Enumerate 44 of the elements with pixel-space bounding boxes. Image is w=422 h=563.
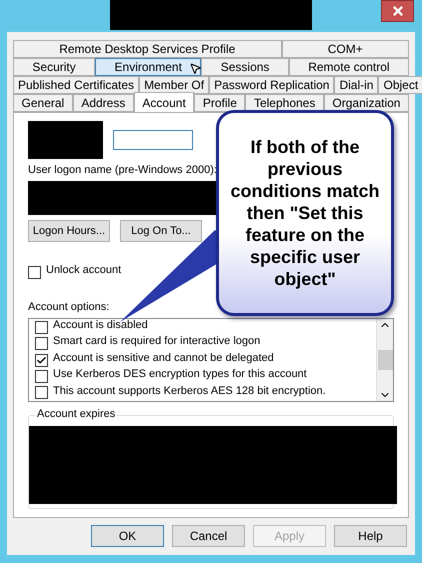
scrollbar-thumb[interactable] bbox=[378, 350, 392, 370]
tab[interactable]: Published Certificates bbox=[13, 76, 140, 94]
field-label: User logon name (pre-Windows 2000): bbox=[28, 164, 217, 176]
checkbox[interactable] bbox=[28, 266, 41, 279]
logon-button[interactable]: Log On To... bbox=[120, 220, 202, 242]
checkbox[interactable] bbox=[35, 337, 48, 350]
section-label: Account options: bbox=[28, 301, 110, 313]
input-field[interactable] bbox=[113, 130, 193, 150]
checkbox[interactable] bbox=[35, 386, 48, 400]
tab[interactable]: Environment bbox=[95, 58, 202, 76]
dialog-button[interactable]: Cancel bbox=[172, 525, 245, 547]
tab[interactable]: Password Replication bbox=[209, 76, 334, 94]
checkbox-label: Unlock account bbox=[46, 264, 122, 276]
cursor-icon bbox=[189, 62, 202, 75]
tab[interactable]: Sessions bbox=[201, 58, 289, 76]
close-button[interactable] bbox=[381, 0, 414, 22]
option-label: Use Kerberos DES encryption types for this account bbox=[53, 368, 307, 380]
logon-button[interactable]: Logon Hours... bbox=[28, 220, 110, 242]
scrollbar[interactable] bbox=[376, 319, 393, 401]
checkbox[interactable] bbox=[35, 354, 48, 367]
group-label: Account expires bbox=[35, 408, 118, 420]
callout-text: If both of the previous conditions match then "Set this feature on the specific user object" bbox=[229, 136, 380, 290]
tab[interactable]: Organization bbox=[324, 94, 410, 112]
tab[interactable]: COM+ bbox=[282, 40, 409, 58]
checkbox[interactable] bbox=[35, 320, 48, 334]
tab[interactable]: Address bbox=[72, 94, 134, 112]
option-label: Account is disabled bbox=[53, 319, 148, 331]
close-icon bbox=[390, 4, 404, 18]
option-label: This account supports Kerberos AES 128 bit encryption. bbox=[53, 384, 326, 397]
tab[interactable]: Member Of bbox=[139, 76, 210, 94]
tab[interactable]: Security bbox=[13, 58, 96, 76]
tab[interactable]: Remote Desktop Services Profile bbox=[13, 40, 282, 58]
tab[interactable]: Remote control bbox=[288, 58, 409, 76]
checkbox[interactable] bbox=[35, 370, 48, 383]
option-label: Account is sensitive and cannot be delegated bbox=[53, 352, 274, 364]
dialog-button[interactable]: Help bbox=[334, 525, 407, 547]
tab[interactable]: Profile bbox=[194, 94, 246, 112]
options-list[interactable] bbox=[28, 318, 394, 402]
option-label: Smart card is required for interactive logon bbox=[53, 335, 260, 348]
tab[interactable]: General bbox=[13, 94, 73, 112]
tab[interactable]: Account bbox=[134, 92, 194, 112]
dialog-button[interactable]: OK bbox=[91, 525, 164, 547]
tab[interactable]: Dial-in bbox=[334, 76, 378, 94]
tab[interactable]: Object bbox=[378, 76, 422, 94]
